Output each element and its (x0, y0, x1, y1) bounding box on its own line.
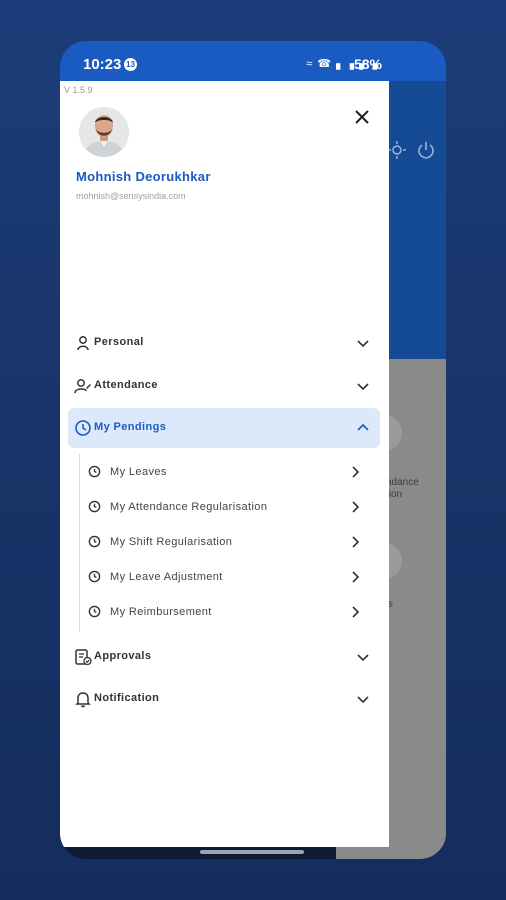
user-email: mohnish@sensysindia.com (76, 191, 186, 201)
submenu-item-label: My Reimbursement (110, 606, 212, 618)
chevron-right-icon (352, 501, 360, 513)
chevron-up-icon (357, 423, 369, 431)
submenu-item-label: My Leave Adjustment (110, 571, 223, 583)
chevron-right-icon (352, 571, 360, 583)
chevron-right-icon (352, 466, 360, 478)
submenu-item-label: My Leaves (110, 466, 167, 478)
power-icon[interactable] (416, 140, 436, 160)
user-name: Mohnish Deorukhkar (76, 169, 211, 184)
chevron-down-icon (357, 696, 369, 704)
menu-item-attendance[interactable]: Attendance (68, 366, 380, 406)
menu-item-approvals[interactable]: Approvals (68, 637, 380, 677)
clock-icon (88, 500, 101, 513)
submenu-item-my-reimbursement[interactable]: My Reimbursement (82, 595, 372, 629)
chevron-down-icon (357, 654, 369, 662)
submenu-guide-line (79, 454, 80, 632)
menu-item-personal[interactable]: Personal (68, 323, 380, 363)
attendance-icon (74, 379, 91, 394)
navigation-drawer: V 1.5.9 Mohnish Deorukhkar mohnish@sensy… (60, 81, 389, 847)
home-indicator-bar[interactable] (200, 850, 304, 854)
person-icon (77, 336, 89, 351)
menu-item-label: My Pendings (94, 421, 167, 433)
avatar (79, 107, 129, 157)
app-version: V 1.5.9 (64, 85, 93, 95)
phone-frame: 10:23 13 ≈ ☎ ▖▗ ▖▗ 58% ndance tion s V 1… (60, 41, 446, 859)
battery-level: 58% (353, 56, 382, 72)
clock-icon (88, 570, 101, 583)
submenu-item-my-shift-regularisation[interactable]: My Shift Regularisation (82, 525, 372, 559)
clock-icon (88, 465, 101, 478)
submenu-item-label: My Shift Regularisation (110, 536, 233, 548)
chevron-down-icon (357, 340, 369, 348)
approvals-icon (75, 649, 92, 666)
chevron-right-icon (352, 606, 360, 618)
clock-icon (75, 420, 91, 436)
menu-item-notification[interactable]: Notification (68, 679, 380, 719)
menu-item-label: Approvals (94, 650, 152, 662)
submenu-item-my-leave-adjustment[interactable]: My Leave Adjustment (82, 560, 372, 594)
status-bar: 10:23 13 ≈ ☎ ▖▗ ▖▗ 58% (60, 41, 446, 81)
clock-icon (88, 535, 101, 548)
submenu-item-label: My Attendance Regularisation (110, 501, 268, 513)
profile-photo (79, 107, 129, 157)
status-time: 10:23 (83, 56, 122, 73)
submenu-item-my-leaves[interactable]: My Leaves (82, 455, 372, 489)
close-icon[interactable] (352, 107, 372, 127)
brightness-icon[interactable] (388, 141, 406, 159)
clock-icon (88, 605, 101, 618)
notification-count-badge: 13 (124, 58, 137, 71)
chevron-down-icon (357, 383, 369, 391)
menu-item-label: Attendance (94, 379, 158, 391)
menu-item-label: Notification (94, 692, 160, 704)
dashboard-tile-label-partial: ndance (386, 477, 419, 488)
menu-item-my-pendings[interactable]: My Pendings (68, 408, 380, 448)
menu-item-label: Personal (94, 336, 144, 348)
submenu-item-my-attendance-regularisation[interactable]: My Attendance Regularisation (82, 490, 372, 524)
bell-icon (75, 692, 91, 708)
chevron-right-icon (352, 536, 360, 548)
